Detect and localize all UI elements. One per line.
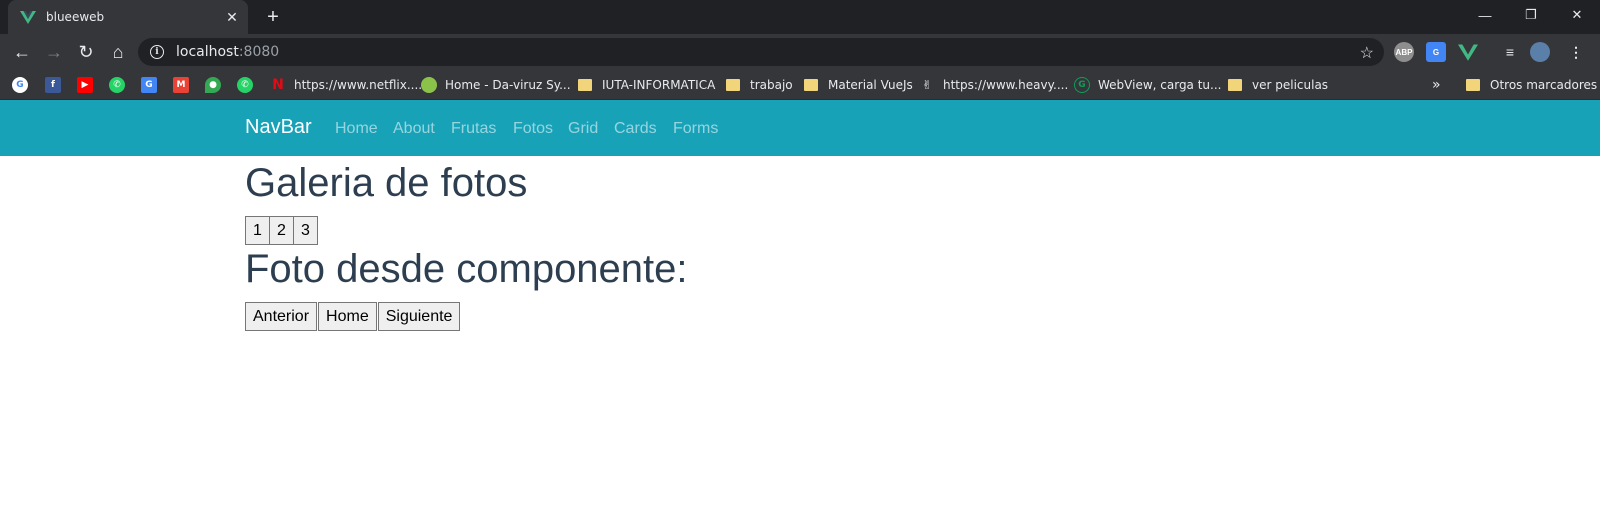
forward-icon[interactable]: → (40, 38, 68, 66)
vue-icon (20, 11, 36, 24)
daviruz-icon (421, 77, 437, 93)
close-tab-icon[interactable]: ✕ (222, 7, 242, 27)
previous-button[interactable]: Anterior (245, 302, 318, 331)
url-host: localhost (176, 44, 239, 60)
address-bar[interactable]: i localhost :8080 ☆ (138, 38, 1384, 66)
bookmark-label: https://www.netflix.... (294, 78, 423, 92)
bookmark-label: Home - Da-viruz Sy... (445, 78, 571, 92)
nav-link-about[interactable]: About (393, 120, 435, 138)
navbar: NavBar Home About Frutas Fotos Grid Card… (0, 100, 1600, 156)
nav-link-grid[interactable]: Grid (568, 120, 598, 138)
gmail-icon[interactable]: M (173, 77, 189, 93)
tab-title: blueeweb (46, 10, 105, 24)
nav-link-home[interactable]: Home (335, 120, 378, 138)
nav-link-fotos[interactable]: Fotos (513, 120, 553, 138)
browser-toolbar: ← → ↻ ⌂ i localhost :8080 ☆ ABP G ≡ ⋮ (0, 34, 1600, 70)
bookmark-material-vuejs[interactable]: Material VueJs (804, 76, 913, 94)
whatsapp-web-icon[interactable]: ✆ (237, 77, 253, 93)
bookmark-netflix[interactable]: Nhttps://www.netflix.... (270, 76, 422, 94)
bookmark-label: https://www.heavy.... (943, 78, 1069, 92)
nav-link-forms[interactable]: Forms (673, 120, 718, 138)
nav-link-frutas[interactable]: Frutas (451, 120, 496, 138)
photo-pager: 1 2 3 (245, 216, 318, 245)
home-icon[interactable]: ⌂ (104, 38, 132, 66)
bookmark-iuta[interactable]: IUTA-INFORMATICA (578, 76, 715, 94)
netflix-icon: N (272, 77, 284, 93)
page-3-button[interactable]: 3 (293, 216, 318, 245)
bookmark-daviruz[interactable]: Home - Da-viruz Sy... (421, 76, 571, 94)
other-bookmarks-label: Otros marcadores (1490, 78, 1598, 92)
heavy-icon: ✌ (921, 78, 933, 92)
component-title: Foto desde componente: (245, 247, 688, 291)
vue-devtools-icon[interactable] (1458, 42, 1478, 62)
close-window-icon[interactable]: ✕ (1554, 0, 1600, 30)
folder-icon (726, 79, 740, 91)
adblock-icon[interactable]: ABP (1394, 42, 1414, 62)
maps-icon[interactable]: ● (205, 77, 221, 93)
folder-icon (1228, 79, 1242, 91)
menu-icon[interactable]: ⋮ (1566, 42, 1586, 62)
back-icon[interactable]: ← (8, 38, 36, 66)
bookmarks-overflow-icon[interactable]: » (1432, 76, 1441, 94)
translate-bookmark-icon[interactable]: G (141, 77, 157, 93)
whatsapp-icon[interactable]: ✆ (109, 77, 125, 93)
bookmark-webview[interactable]: G WebView, carga tu... (1074, 76, 1221, 94)
bookmark-label: Material VueJs (828, 78, 913, 92)
info-icon[interactable]: i (150, 45, 164, 59)
home-button[interactable]: Home (318, 302, 377, 331)
bookmark-label: ver peliculas (1252, 78, 1329, 92)
media-icon[interactable]: ≡ (1500, 42, 1520, 62)
navbar-brand[interactable]: NavBar (245, 116, 312, 139)
folder-icon (1466, 79, 1480, 91)
photo-navigation: Anterior Home Siguiente (245, 302, 461, 331)
youtube-icon[interactable]: ▶ (77, 77, 93, 93)
folder-icon (804, 79, 818, 91)
other-bookmarks[interactable]: Otros marcadores (1466, 76, 1597, 94)
bookmark-ver-peliculas[interactable]: ver peliculas (1228, 76, 1328, 94)
page-2-button[interactable]: 2 (269, 216, 294, 245)
minimize-icon[interactable]: — (1462, 0, 1508, 30)
translate-icon[interactable]: G (1426, 42, 1446, 62)
restore-icon[interactable]: ❐ (1508, 0, 1554, 30)
browser-titlebar: blueeweb ✕ + — ❐ ✕ (0, 0, 1600, 34)
url-port: :8080 (238, 44, 280, 60)
folder-icon (578, 79, 592, 91)
bookmark-label: IUTA-INFORMATICA (602, 78, 716, 92)
page-1-button[interactable]: 1 (245, 216, 270, 245)
browser-tab[interactable]: blueeweb ✕ (8, 0, 248, 34)
nav-link-cards[interactable]: Cards (614, 120, 657, 138)
bookmark-trabajo[interactable]: trabajo (726, 76, 793, 94)
page-title: Galeria de fotos (245, 161, 528, 205)
bookmarks-bar: G f ▶ ✆ G M ● ✆ Nhttps://www.netflix....… (0, 70, 1600, 100)
facebook-icon[interactable]: f (45, 77, 61, 93)
google-icon[interactable]: G (12, 77, 28, 93)
avatar[interactable] (1530, 42, 1550, 62)
next-button[interactable]: Siguiente (377, 302, 461, 331)
bookmark-label: WebView, carga tu... (1098, 78, 1222, 92)
new-tab-icon[interactable]: + (260, 4, 286, 30)
bookmark-label: trabajo (750, 78, 793, 92)
reload-icon[interactable]: ↻ (72, 38, 100, 66)
webview-icon: G (1074, 77, 1090, 93)
bookmark-heavy[interactable]: ✌ https://www.heavy.... (919, 76, 1068, 94)
star-icon[interactable]: ☆ (1360, 43, 1374, 63)
